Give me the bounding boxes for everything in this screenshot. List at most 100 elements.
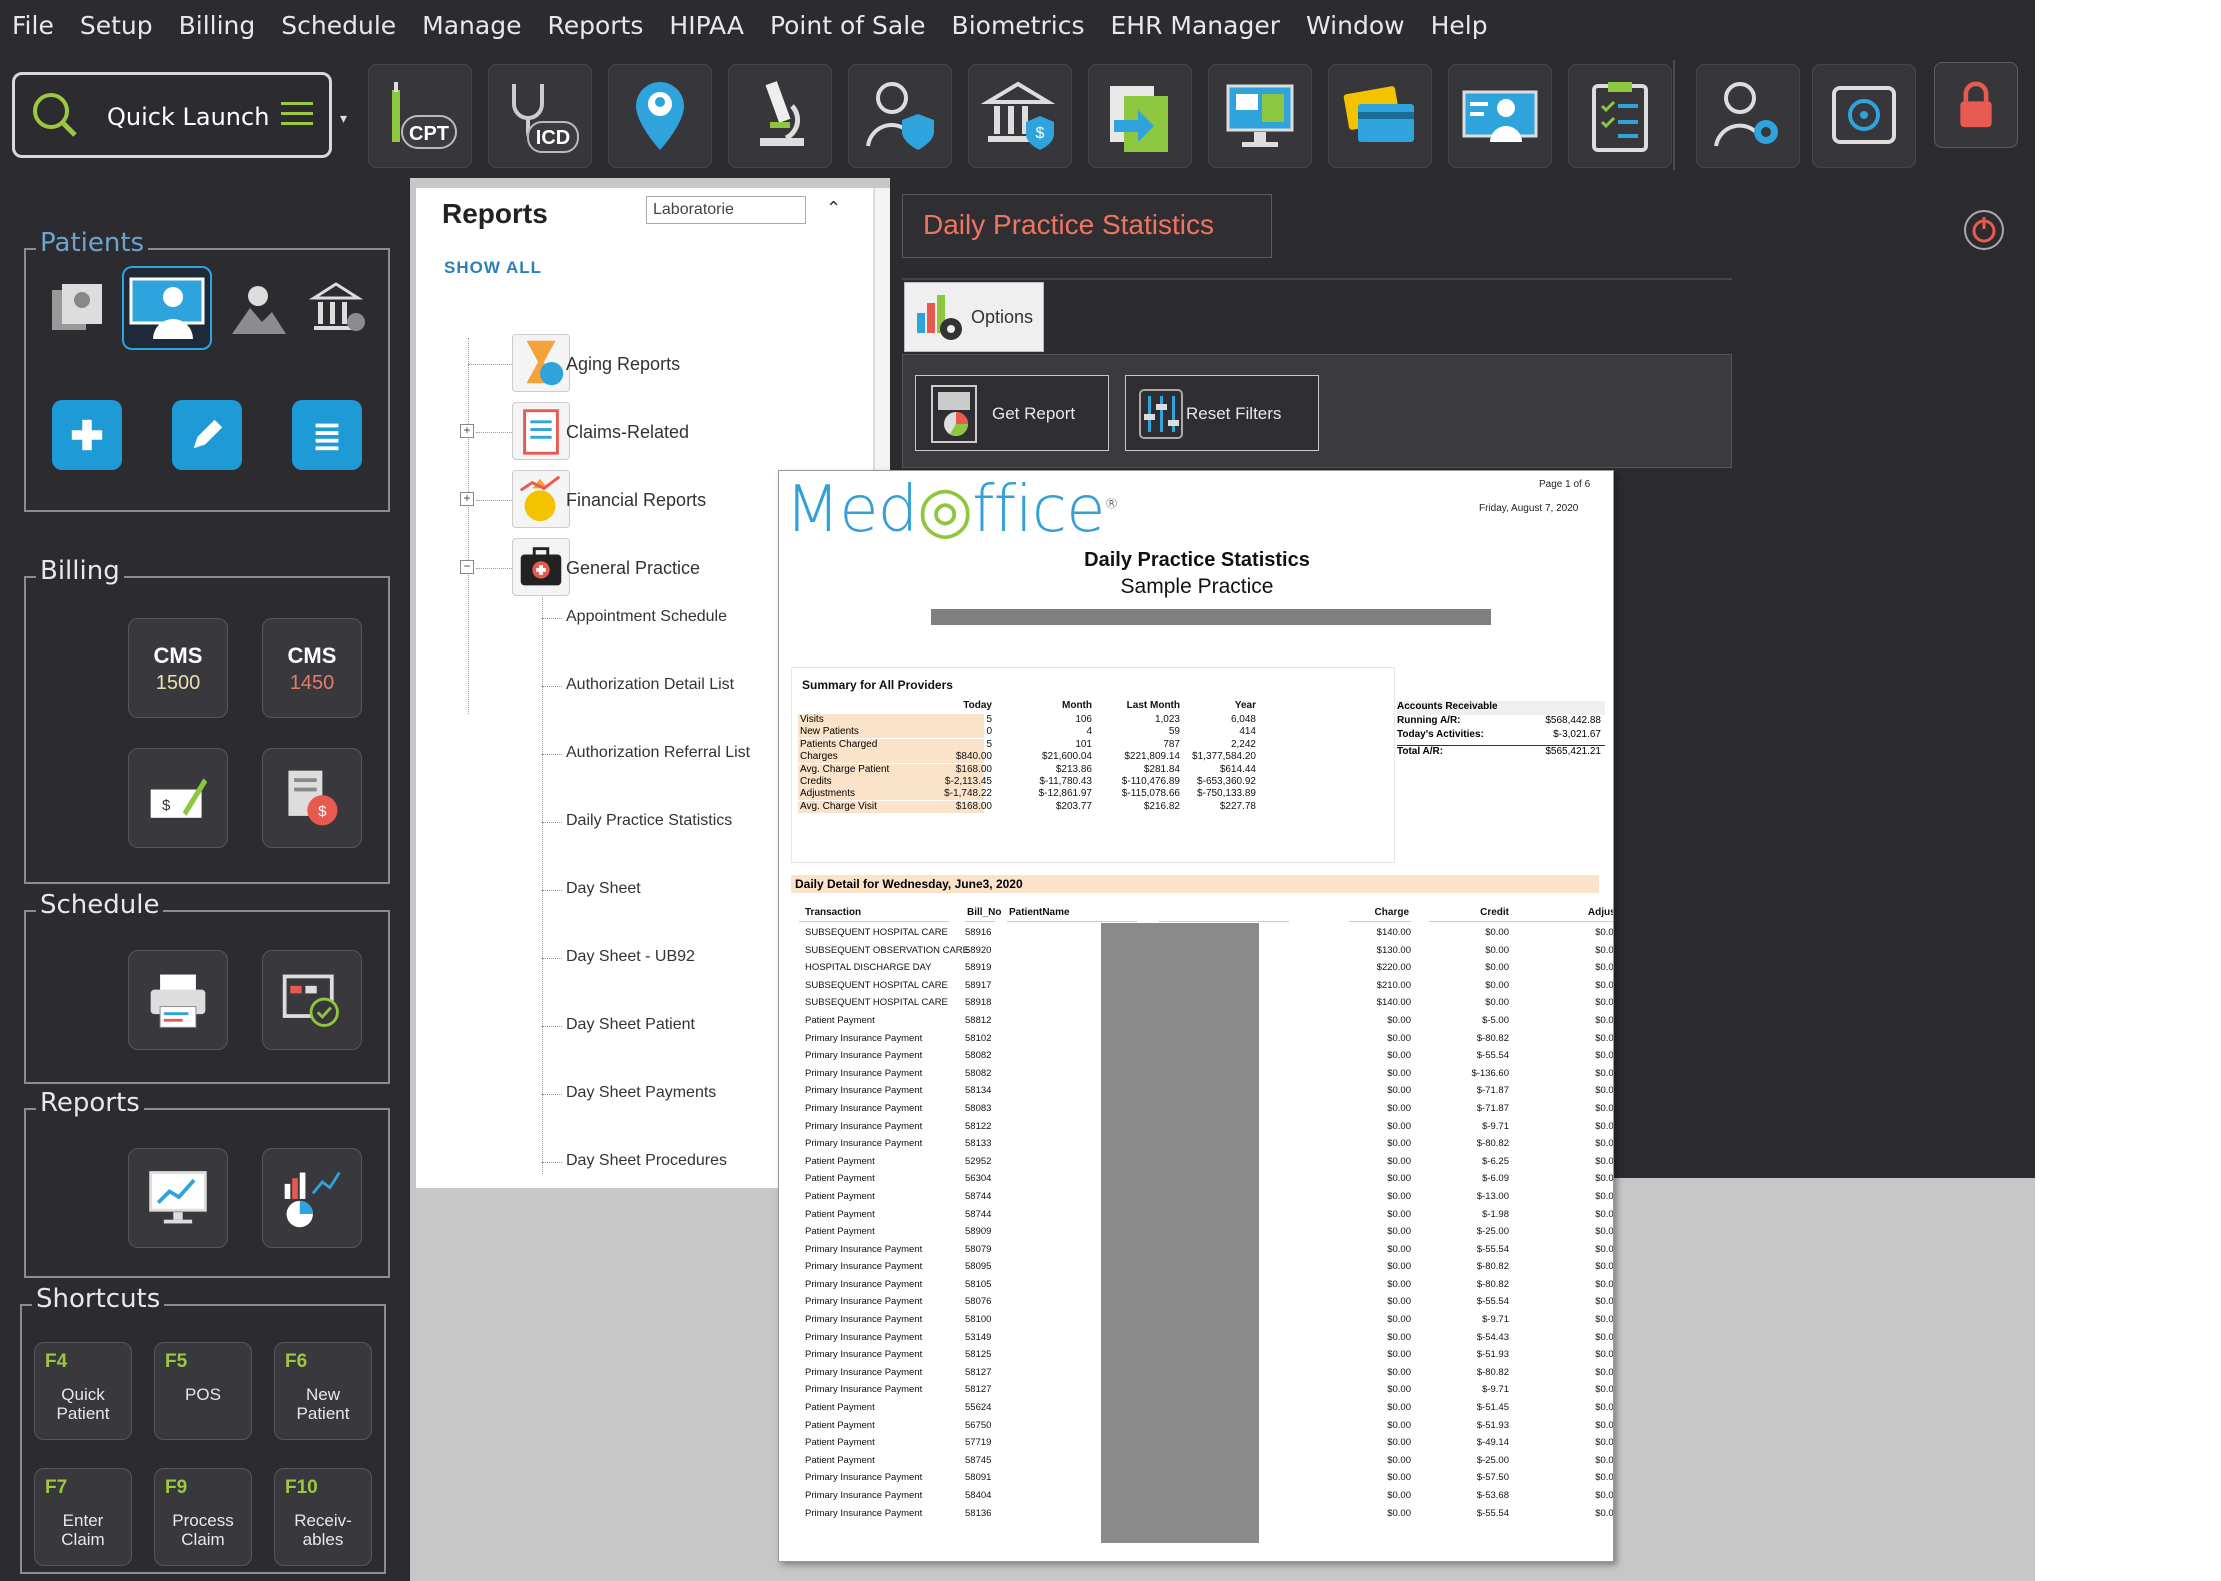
shortcut-label: Enter Claim <box>61 1511 105 1549</box>
user-settings-button[interactable] <box>1696 64 1800 168</box>
lab-button[interactable] <box>728 64 832 168</box>
schedule-title: Schedule <box>36 890 164 920</box>
category-general-practice[interactable]: General Practice <box>566 558 700 579</box>
report-item[interactable]: Day Sheet - UB92 <box>566 948 695 966</box>
edit-patient-button[interactable] <box>172 400 242 470</box>
cms1450-button[interactable]: CMS 1450 <box>262 618 362 718</box>
menu-item[interactable]: Window <box>1306 11 1405 40</box>
expand-icon[interactable]: + <box>460 424 474 438</box>
menu-item[interactable]: Schedule <box>281 11 396 40</box>
menu-item[interactable]: EHR Manager <box>1110 11 1280 40</box>
options-button[interactable]: Options <box>904 282 1044 352</box>
patient-list-view-button[interactable] <box>292 400 362 470</box>
table-cell: 58125 <box>965 1349 992 1361</box>
table-cell: $0.00 <box>1595 1490 1614 1501</box>
patient-list-button[interactable] <box>40 266 116 346</box>
summary-cell: $-110,476.89 <box>1121 776 1180 787</box>
menu-item[interactable]: Biometrics <box>952 11 1085 40</box>
menu-item[interactable]: HIPAA <box>669 11 744 40</box>
reset-filters-button[interactable]: Reset Filters <box>1125 375 1319 451</box>
menu-item[interactable]: Setup <box>80 11 153 40</box>
quick-launch-button[interactable]: Quick Launch <box>12 72 332 158</box>
report-item[interactable]: Day Sheet <box>566 880 641 898</box>
tree-connector <box>476 432 512 433</box>
category-claims-related[interactable]: Claims-Related <box>566 422 689 443</box>
table-cell: $0.00 <box>1595 1120 1614 1132</box>
shortcut-pos[interactable]: F5 POS <box>154 1342 252 1440</box>
power-icon[interactable] <box>1962 208 2006 252</box>
summary-cell: $203.77 <box>1055 800 1092 812</box>
report-item[interactable]: Day Sheet Payments <box>566 1084 716 1102</box>
checklist-button[interactable] <box>1568 64 1672 168</box>
shortcut-quick-patient[interactable]: F4 Quick Patient <box>34 1342 132 1440</box>
add-patient-button[interactable] <box>52 400 122 470</box>
table-cell: 58122 <box>965 1120 992 1132</box>
table-cell: Primary Insurance Payment <box>805 1472 923 1484</box>
shortcut-label: Receiv- ables <box>294 1511 352 1549</box>
table-cell: $0.00 <box>1387 1050 1411 1062</box>
menu-item[interactable]: Point of Sale <box>770 11 926 40</box>
import-button[interactable] <box>1088 64 1192 168</box>
report-item[interactable]: Authorization Referral List <box>566 744 750 762</box>
get-report-button[interactable]: Get Report <box>915 375 1109 451</box>
report-item[interactable]: Day Sheet Patient <box>566 1016 695 1034</box>
report-item[interactable]: Appointment Schedule <box>566 608 727 626</box>
provider-button[interactable] <box>1448 64 1552 168</box>
vault-button[interactable] <box>1812 64 1916 168</box>
menu-item[interactable]: Billing <box>179 11 256 40</box>
page-title: Daily Practice Statistics <box>902 194 1272 258</box>
collapse-icon[interactable]: ⌃ <box>826 198 841 219</box>
category-aging-reports[interactable]: Aging Reports <box>566 354 680 375</box>
patient-billing-button[interactable] <box>298 266 378 350</box>
report-item-selected[interactable]: Daily Practice Statistics <box>566 812 732 830</box>
doctor-card-icon <box>129 277 205 339</box>
calendar-check-icon <box>282 974 339 1027</box>
menu-item[interactable]: Manage <box>422 11 521 40</box>
menu-item[interactable]: Help <box>1431 11 1488 40</box>
calendar-check-button[interactable] <box>262 950 362 1050</box>
header-underline <box>965 921 995 922</box>
payment-check-button[interactable]: $ <box>128 748 228 848</box>
shortcut-process-claim[interactable]: F9 Process Claim <box>154 1468 252 1566</box>
table-cell: Primary Insurance Payment <box>805 1331 923 1343</box>
show-all-link[interactable]: SHOW ALL <box>444 258 542 278</box>
table-cell: 58076 <box>965 1296 992 1308</box>
table-cell: Primary Insurance Payment <box>805 1278 923 1290</box>
summary-cell: $-750,133.89 <box>1197 788 1256 800</box>
table-cell: Primary Insurance Payment <box>805 1296 923 1308</box>
billing-settings-button[interactable]: $ <box>262 748 362 848</box>
check-pen-icon: $ <box>150 778 208 818</box>
cms1500-button[interactable]: CMS 1500 <box>128 618 228 718</box>
shortcut-enter-claim[interactable]: F7 Enter Claim <box>34 1468 132 1566</box>
report-item[interactable]: Authorization Detail List <box>566 676 734 694</box>
report-charts-button[interactable] <box>262 1148 362 1248</box>
medoffice-logo: Med◎ffice® <box>785 473 1118 547</box>
cards-button[interactable] <box>1328 64 1432 168</box>
reports-search-input[interactable] <box>646 196 806 224</box>
monitor-button[interactable] <box>1208 64 1312 168</box>
report-item[interactable]: Day Sheet Procedures <box>566 1152 727 1170</box>
table-cell: $0.00 <box>1387 1208 1411 1220</box>
patient-card-button[interactable] <box>122 266 212 350</box>
print-schedule-button[interactable] <box>128 950 228 1050</box>
category-financial-reports[interactable]: Financial Reports <box>566 490 706 511</box>
header-underline <box>1159 921 1289 922</box>
bank-button[interactable]: $ <box>968 64 1072 168</box>
location-button[interactable] <box>608 64 712 168</box>
shortcut-receivables[interactable]: F10 Receiv- ables <box>274 1468 372 1566</box>
shortcut-new-patient[interactable]: F6 New Patient <box>274 1342 372 1440</box>
menu-item[interactable]: Reports <box>547 11 643 40</box>
patient-photo-button[interactable] <box>220 266 296 350</box>
report-dashboard-button[interactable] <box>128 1148 228 1248</box>
quick-launch-dropdown-icon[interactable]: ▾ <box>340 110 347 127</box>
icd-button[interactable]: ICD <box>488 64 592 168</box>
collapse-tree-icon[interactable]: − <box>460 560 474 574</box>
menu-item[interactable]: File <box>12 11 54 40</box>
table-cell: 57719 <box>965 1437 992 1449</box>
expand-icon[interactable]: + <box>460 492 474 506</box>
shortcut-key: F7 <box>45 1477 68 1498</box>
cpt-button[interactable]: CPT <box>368 64 472 168</box>
printer-icon <box>150 974 206 1028</box>
lock-button[interactable] <box>1934 62 2018 148</box>
hipaa-button[interactable] <box>848 64 952 168</box>
